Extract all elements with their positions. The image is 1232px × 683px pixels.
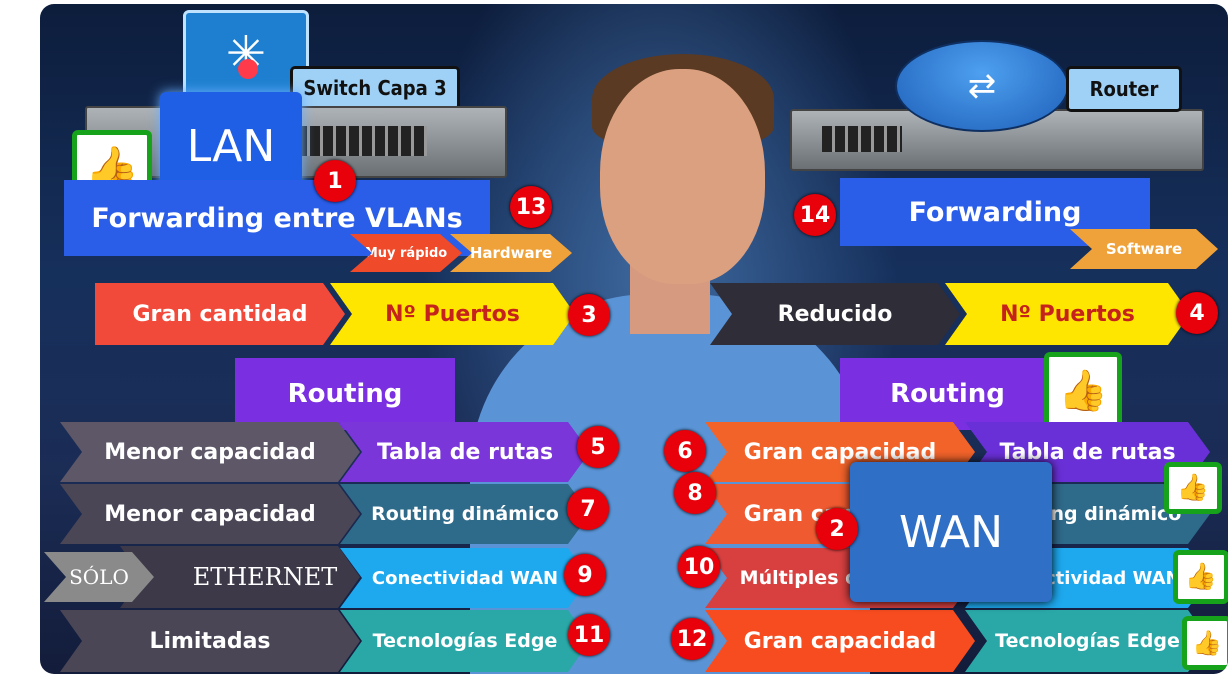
left-row-1-b: Tabla de rutas xyxy=(340,422,590,482)
left-ports: Nº Puertos xyxy=(330,283,575,345)
badge-11: 11 xyxy=(568,614,610,656)
software-tag: Software xyxy=(1070,229,1218,269)
solo-tag: SÓLO xyxy=(44,552,154,602)
badge-6: 6 xyxy=(664,430,706,472)
presenter-head xyxy=(600,69,765,284)
badge-9: 9 xyxy=(564,554,606,596)
thumbs-up-icon: 👍 xyxy=(1182,616,1228,670)
router-label: Router xyxy=(1066,66,1182,112)
wan-box: WAN xyxy=(850,462,1052,602)
left-row-3-a: ETHERNET xyxy=(120,546,360,608)
badge-13: 13 xyxy=(510,186,552,228)
left-row-2-b: Routing dinámico xyxy=(340,484,590,544)
router-icon: ⇄ xyxy=(895,40,1069,132)
left-ports-qty: Gran cantidad xyxy=(95,283,345,345)
right-ports: Nº Puertos xyxy=(945,283,1190,345)
right-row-4-a: Gran capacidad xyxy=(705,610,975,672)
badge-10: 10 xyxy=(678,546,720,588)
right-routing: Routing xyxy=(840,358,1055,430)
badge-14: 14 xyxy=(794,194,836,236)
right-row-4-b: Tecnologías Edge xyxy=(965,610,1210,672)
video-frame: ✳ Switch Capa 3 LAN 👍 Forwarding entre V… xyxy=(40,4,1228,674)
left-routing: Routing xyxy=(235,358,455,430)
badge-4: 4 xyxy=(1176,292,1218,334)
left-row-2-a: Menor capacidad xyxy=(60,484,360,544)
right-ports-qty: Reducido xyxy=(710,283,960,345)
badge-7: 7 xyxy=(567,488,609,530)
left-row-4-a: Limitadas xyxy=(60,610,360,672)
left-row-3-b: Conectividad WAN xyxy=(340,548,590,608)
badge-12: 12 xyxy=(671,618,713,660)
thumbs-up-icon: 👍 xyxy=(1164,462,1222,514)
badge-3: 3 xyxy=(568,294,610,336)
badge-5: 5 xyxy=(577,426,619,468)
left-row-1-a: Menor capacidad xyxy=(60,422,360,482)
thumbs-up-icon: 👍 xyxy=(1044,352,1122,428)
badge-1: 1 xyxy=(314,160,356,202)
left-row-4-b: Tecnologías Edge xyxy=(340,610,590,672)
ethernet-text: ETHERNET xyxy=(192,563,338,591)
switch-label: Switch Capa 3 xyxy=(290,66,460,110)
badge-8: 8 xyxy=(674,472,716,514)
thumbs-up-icon: 👍 xyxy=(1173,550,1228,604)
badge-2: 2 xyxy=(816,508,858,550)
